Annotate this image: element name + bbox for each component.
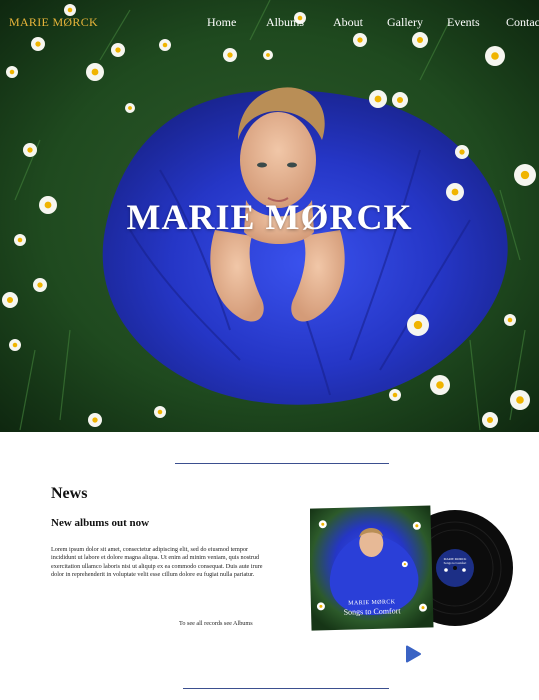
news-subheading: New albums out now bbox=[51, 517, 150, 529]
brand-logo[interactable]: MARIE MØRCK bbox=[9, 15, 98, 30]
play-button[interactable] bbox=[404, 645, 422, 663]
divider-top bbox=[175, 463, 389, 464]
album-title: Songs to Comfort bbox=[344, 606, 402, 617]
nav-gallery[interactable]: Gallery bbox=[387, 15, 423, 30]
vinyl-label-title: Songs to Comfort bbox=[444, 561, 467, 565]
play-icon bbox=[406, 645, 421, 663]
news-body: Lorem ipsum dolor sit amet, consectetur … bbox=[51, 546, 263, 579]
hero-section: MARIE MØRCK Home Albums About Gallery Ev… bbox=[0, 0, 539, 432]
nav-events[interactable]: Events bbox=[447, 15, 480, 30]
hero-title: MARIE MØRCK bbox=[126, 197, 413, 237]
divider-bottom bbox=[183, 688, 389, 689]
albums-link[interactable]: To see all records see Albums bbox=[179, 620, 253, 627]
nav-albums[interactable]: Albums bbox=[266, 15, 304, 30]
album-cover: MARIE MØRCK Songs to Comfort bbox=[308, 505, 434, 631]
news-heading: News bbox=[51, 485, 88, 502]
nav-home[interactable]: Home bbox=[207, 15, 236, 30]
nav-contact[interactable]: Contac bbox=[506, 15, 539, 30]
nav-about[interactable]: About bbox=[333, 15, 363, 30]
top-navigation: MARIE MØRCK Home Albums About Gallery Ev… bbox=[0, 0, 539, 44]
album-artist: MARIE MØRCK bbox=[348, 599, 396, 606]
album-artwork[interactable]: MARIE MØRCK Songs to Comfort MARIE MØRCK… bbox=[308, 505, 520, 635]
